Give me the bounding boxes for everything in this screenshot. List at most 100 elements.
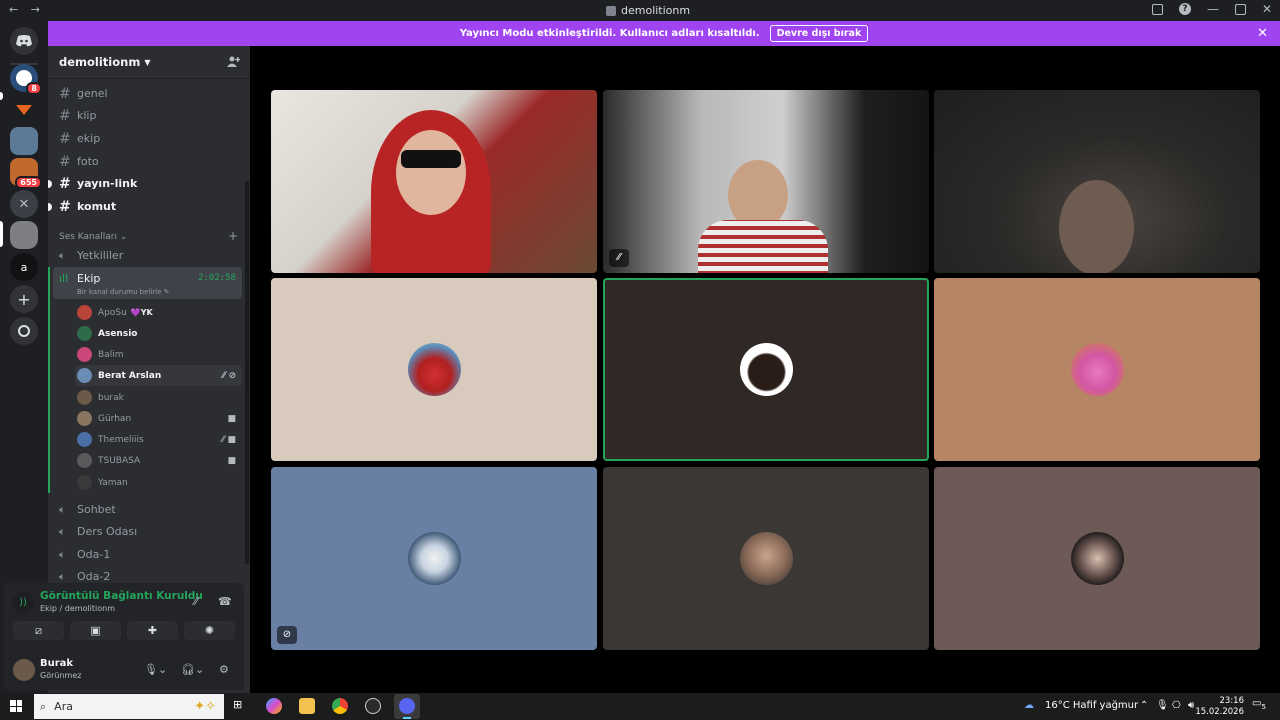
app-icon[interactable]	[365, 698, 381, 714]
microphone-icon[interactable]: 🎙︎⌄	[144, 663, 167, 676]
minimize-button[interactable]: —	[1207, 2, 1219, 16]
video-tile[interactable]	[271, 278, 597, 461]
forward-arrow-icon[interactable]: →	[31, 3, 40, 16]
server-icon-5[interactable]: ✕	[10, 190, 38, 218]
voice-channel-yetkililer[interactable]: 🔈︎ Yetkililer	[54, 245, 242, 266]
create-channel-icon[interactable]: +	[228, 229, 238, 243]
hash-icon: #	[59, 107, 71, 124]
server-icon-1[interactable]: 8	[10, 64, 42, 95]
avatar	[77, 305, 92, 320]
voice-channel-ekip[interactable]: ıll Ekip 2:02:58 Bir kanal durumu belirl…	[53, 267, 242, 299]
voice-member[interactable]: Themeliiis ⁄⁄ ■	[75, 429, 242, 450]
window-titlebar: ← → demolitionm ? — ✕	[0, 0, 1280, 21]
hash-icon: #	[59, 198, 71, 215]
video-tile[interactable]	[934, 467, 1260, 650]
channel-klip[interactable]: # klip	[54, 105, 242, 126]
close-window-button[interactable]: ✕	[1262, 2, 1272, 16]
taskbar-search[interactable]: ⌕ Ara ✦✧	[34, 694, 224, 719]
voice-channel-sohbet[interactable]: 🔈︎ Sohbet	[54, 499, 242, 520]
sidebar-scrollbar[interactable]	[245, 181, 249, 564]
avatar	[408, 532, 461, 585]
mention-badge: 655	[15, 176, 42, 189]
active-voice-indicator	[48, 267, 50, 493]
server-icon-3[interactable]	[10, 127, 38, 155]
system-clock[interactable]: 23:16 15.02.2026	[1195, 696, 1244, 718]
windows-start-icon[interactable]	[10, 700, 22, 712]
channel-ekip[interactable]: # ekip	[54, 128, 242, 149]
user-panel: Burak Görünmez 🎙︎⌄ 🎧︎⌄ ⚙	[4, 653, 244, 690]
screen-share-button[interactable]: ▣	[70, 621, 121, 640]
gear-icon[interactable]: ⚙	[219, 663, 229, 676]
connection-channel[interactable]: Ekip / demolitionm	[40, 604, 115, 613]
video-stage: ⁄⁄ ⊘	[250, 46, 1280, 693]
activities-button[interactable]: ✚	[127, 621, 178, 640]
video-tile[interactable]: ⊘	[271, 467, 597, 650]
channel-status[interactable]: Bir kanal durumu belirle ✎	[77, 288, 170, 296]
guild-header[interactable]: demolitionm ▼	[48, 46, 250, 79]
avatar[interactable]	[13, 659, 35, 681]
add-server-icon[interactable]: +	[10, 285, 38, 313]
participant-face	[1059, 180, 1134, 273]
connection-status[interactable]: Görüntülü Bağlantı Kuruldu	[40, 590, 203, 602]
video-icon: ■	[227, 413, 236, 424]
voice-member[interactable]: Berat Arslan ⁄⁄ ⊘	[75, 365, 242, 386]
video-tile[interactable]	[271, 90, 597, 273]
disconnect-icon[interactable]: ☎	[218, 595, 232, 608]
soundboard-button[interactable]: ✺	[184, 621, 235, 640]
channel-foto[interactable]: # foto	[54, 151, 242, 172]
voice-member[interactable]: Yaman	[75, 472, 242, 493]
close-icon[interactable]: ✕	[1257, 26, 1268, 41]
video-tile[interactable]	[603, 278, 929, 461]
network-icon[interactable]: ⎔	[1172, 700, 1181, 711]
member-tag: 💜YK	[130, 308, 153, 317]
member-name: Themeliiis	[98, 434, 144, 445]
microphone-icon[interactable]: 🎙︎	[1156, 700, 1169, 711]
notification-icon[interactable]: ▭5	[1252, 698, 1266, 711]
voice-member[interactable]: ApoSu 💜YK	[75, 302, 242, 323]
back-arrow-icon[interactable]: ←	[9, 3, 18, 16]
video-tile[interactable]: ⁄⁄	[603, 90, 929, 273]
channel-komut[interactable]: # komut	[48, 196, 242, 217]
weather-text[interactable]: 16°C Hafif yağmur	[1045, 700, 1138, 711]
channel-label: yayın-link	[77, 177, 138, 190]
inbox-icon[interactable]	[1151, 3, 1163, 15]
file-explorer-icon[interactable]	[299, 698, 315, 714]
video-tile[interactable]	[603, 467, 929, 650]
discord-home-icon[interactable]	[10, 27, 38, 55]
voice-member[interactable]: Balim	[75, 344, 242, 365]
headphones-icon[interactable]: 🎧︎⌄	[181, 663, 204, 676]
signal-icon[interactable]: ))	[12, 592, 34, 614]
chrome-icon[interactable]	[332, 698, 348, 714]
video-tile[interactable]	[934, 90, 1260, 273]
maximize-button[interactable]	[1234, 3, 1246, 15]
member-name: TSUBASA	[98, 455, 141, 466]
avatar	[77, 368, 92, 383]
voice-channel-oda-1[interactable]: 🔈︎ Oda-1	[54, 544, 242, 565]
volume-icon[interactable]: 🔊︎	[1188, 700, 1194, 711]
disable-streamer-mode-button[interactable]: Devre dışı bırak	[769, 25, 869, 42]
clock-date: 15.02.2026	[1195, 707, 1244, 717]
voice-category-header[interactable]: Ses Kanalları ⌄	[59, 232, 127, 242]
server-icon-a[interactable]: a	[10, 253, 38, 281]
avatar	[740, 343, 793, 396]
copilot-icon[interactable]	[266, 698, 282, 714]
voice-member[interactable]: Asensio	[75, 323, 242, 344]
invite-people-icon[interactable]	[227, 55, 241, 68]
voice-member[interactable]: burak	[75, 387, 242, 408]
server-icon-2[interactable]	[10, 96, 38, 124]
tray-overflow-icon[interactable]: ⌃	[1140, 700, 1148, 711]
channel-genel[interactable]: # genel	[54, 83, 242, 104]
explore-servers-icon[interactable]	[10, 317, 38, 345]
voice-member[interactable]: TSUBASA ■	[75, 450, 242, 471]
discord-taskbar-icon[interactable]	[394, 694, 420, 719]
voice-member[interactable]: Gürhan ■	[75, 408, 242, 429]
channel-yayin-link[interactable]: # yayın-link	[48, 173, 242, 194]
server-icon-4[interactable]: 655	[10, 158, 42, 189]
camera-toggle-button[interactable]: ⧄	[13, 621, 64, 640]
help-icon[interactable]: ?	[1178, 3, 1191, 15]
server-icon-demolitionm[interactable]	[10, 221, 38, 249]
task-view-icon[interactable]: ⊞	[233, 698, 249, 714]
noise-suppression-icon[interactable]: ⁄⁄	[194, 595, 198, 608]
video-tile[interactable]	[934, 278, 1260, 461]
voice-channel-ders-odasi[interactable]: 🔈︎ Ders Odası	[54, 521, 242, 542]
